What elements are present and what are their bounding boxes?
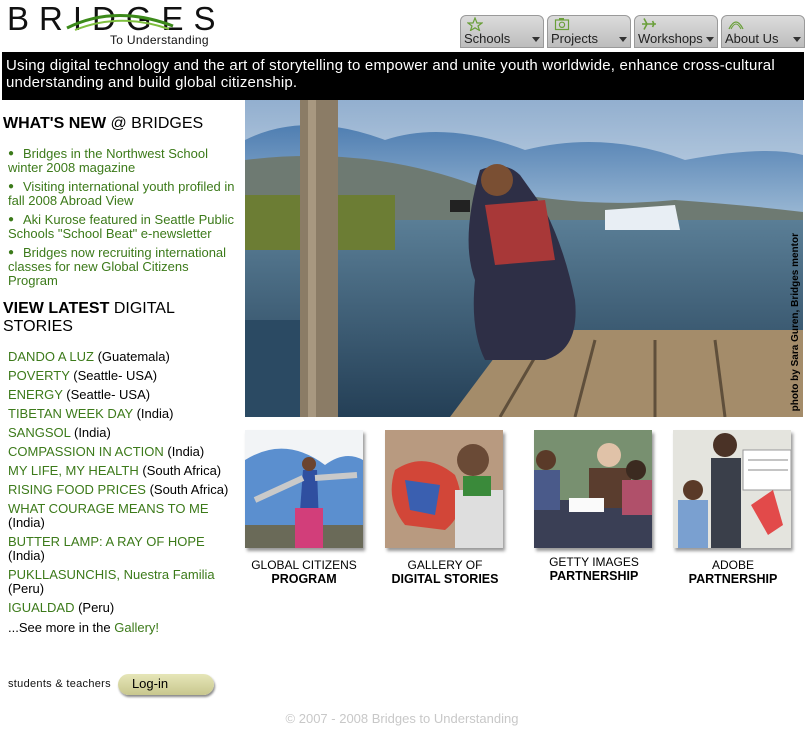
page: BRIDGES To Understanding Schools Project… (0, 0, 810, 736)
global-citizens-thumb[interactable] (245, 430, 363, 548)
tab-label: Projects (551, 31, 598, 46)
chevron-down-icon[interactable] (706, 37, 714, 42)
bullet-icon: ● (8, 148, 15, 159)
story-link[interactable]: MY LIFE, MY HEALTH (8, 463, 139, 478)
news-list: ● Bridges in the Northwest School winter … (3, 147, 241, 288)
story-link[interactable]: SANGSOL (8, 425, 70, 440)
story-location: (Seattle- USA) (69, 368, 158, 383)
story-location: (Guatemala) (93, 349, 170, 364)
chevron-down-icon[interactable] (619, 37, 627, 42)
login-label: students & teachers (8, 678, 111, 690)
main-nav: Schools Projects Workshops About Us (460, 15, 805, 48)
story-location: (South Africa) (145, 482, 229, 497)
story-location: (India) (163, 444, 205, 459)
partner-thumbnails: GLOBAL CITIZENS PROGRAM GALLERY OF DIGITAL… (245, 430, 803, 590)
hero-photo: photo by Sara Guren, Bridges mentor (245, 100, 803, 417)
story-location: (Seattle- USA) (62, 387, 151, 402)
story-item: TIBETAN WEEK DAY (India) (8, 407, 241, 421)
story-location: (Peru) (74, 600, 115, 615)
tab-label: About Us (725, 31, 779, 46)
left-column: WHAT'S NEW @ BRIDGES ● Bridges in the Nor… (3, 115, 241, 635)
story-location: (Peru) (8, 581, 45, 596)
story-link[interactable]: PUKLLASUNCHIS, Nuestra Familia (8, 567, 215, 582)
adobe-caption[interactable]: ADOBE PARTNERSHIP (663, 558, 803, 586)
gallery-caption[interactable]: GALLERY OF DIGITAL STORIES (375, 558, 515, 586)
bullet-icon: ● (8, 247, 15, 258)
story-item: IGUALDAD (Peru) (8, 601, 241, 615)
story-link[interactable]: BUTTER LAMP: A RAY OF HOPE (8, 534, 205, 549)
story-item: POVERTY (Seattle- USA) (8, 369, 241, 383)
stories-heading: VIEW LATEST DIGITAL STORIES (3, 300, 175, 335)
see-more: ...See more in the Gallery! (8, 620, 160, 635)
tab-schools[interactable]: Schools (460, 15, 544, 48)
story-item: DANDO A LUZ (Guatemala) (8, 350, 241, 364)
getty-images-caption[interactable]: GETTY IMAGES PARTNERSHIP (524, 555, 664, 583)
photo-credit: photo by Sara Guren, Bridges mentor (790, 232, 801, 411)
news-item[interactable]: ● Bridges in the Northwest School winter … (3, 147, 241, 175)
story-link[interactable]: DANDO A LUZ (8, 349, 94, 364)
logo-swoosh-icon (66, 14, 174, 31)
getty-images-image (534, 430, 652, 548)
story-location: (South Africa) (138, 463, 222, 478)
global-citizens-image (245, 430, 363, 548)
story-location: (India) (70, 425, 111, 440)
story-link[interactable]: RISING FOOD PRICES (8, 482, 146, 497)
global-citizens-caption[interactable]: GLOBAL CITIZENS PROGRAM (234, 558, 374, 586)
tab-workshops[interactable]: Workshops (634, 15, 718, 48)
stories-list: DANDO A LUZ (Guatemala) POVERTY (Seattle… (3, 350, 241, 615)
airplane-icon (642, 18, 656, 30)
story-link[interactable]: WHAT COURAGE MEANS TO ME (8, 501, 209, 516)
adobe-image (673, 430, 791, 548)
gallery-thumb[interactable] (385, 430, 503, 548)
bullet-icon: ● (8, 181, 15, 192)
story-location: (India) (132, 406, 174, 421)
story-item: RISING FOOD PRICES (South Africa) (8, 483, 241, 497)
story-item: PUKLLASUNCHIS, Nuestra Familia (Peru) (8, 568, 241, 596)
bullet-icon: ● (8, 214, 15, 225)
news-item[interactable]: ● Bridges now recruiting international cl… (3, 246, 241, 288)
chevron-down-icon[interactable] (532, 37, 540, 42)
hero-image (245, 100, 803, 417)
gallery-link[interactable]: Gallery! (114, 620, 159, 635)
story-link[interactable]: POVERTY (8, 368, 70, 383)
story-item: MY LIFE, MY HEALTH (South Africa) (8, 464, 241, 478)
tab-label: Schools (464, 31, 511, 46)
news-item[interactable]: ● Aki Kurose featured in Seattle Public S… (3, 213, 241, 241)
star-icon (467, 17, 483, 31)
tab-label: Workshops (638, 31, 703, 46)
mission-banner: Using digital technology and the art of … (2, 52, 804, 100)
story-link[interactable]: IGUALDAD (8, 600, 74, 615)
story-location: (India) (8, 548, 45, 563)
getty-images-thumb[interactable] (534, 430, 652, 548)
story-item: WHAT COURAGE MEANS TO ME (India) (8, 502, 241, 530)
story-item: ENERGY (Seattle- USA) (8, 388, 241, 402)
adobe-thumb[interactable] (673, 430, 791, 548)
news-item[interactable]: ● Visiting international youth profiled i… (3, 180, 241, 208)
login-button[interactable]: Log-in (117, 673, 214, 695)
story-location: (India) (8, 515, 45, 530)
bridges-logo[interactable]: BRIDGES To Understanding (7, 2, 222, 50)
tab-projects[interactable]: Projects (547, 15, 631, 48)
story-link[interactable]: ENERGY (8, 387, 63, 402)
arch-icon (728, 21, 744, 30)
story-link[interactable]: TIBETAN WEEK DAY (8, 406, 133, 421)
tab-about-us[interactable]: About Us (721, 15, 805, 48)
camera-icon (554, 18, 570, 31)
chevron-down-icon[interactable] (793, 37, 801, 42)
login-row: students & teachers Log-in (8, 672, 214, 696)
logo-tagline: To Understanding (110, 33, 209, 47)
gallery-image (385, 430, 503, 548)
footer-copyright: © 2007 - 2008 Bridges to Understanding (285, 711, 519, 726)
story-item: SANGSOL (India) (8, 426, 241, 440)
story-link[interactable]: COMPASSION IN ACTION (8, 444, 164, 459)
story-item: COMPASSION IN ACTION (India) (8, 445, 241, 459)
whats-new-heading: WHAT'S NEW @ BRIDGES (3, 115, 204, 132)
story-item: BUTTER LAMP: A RAY OF HOPE (India) (8, 535, 241, 563)
